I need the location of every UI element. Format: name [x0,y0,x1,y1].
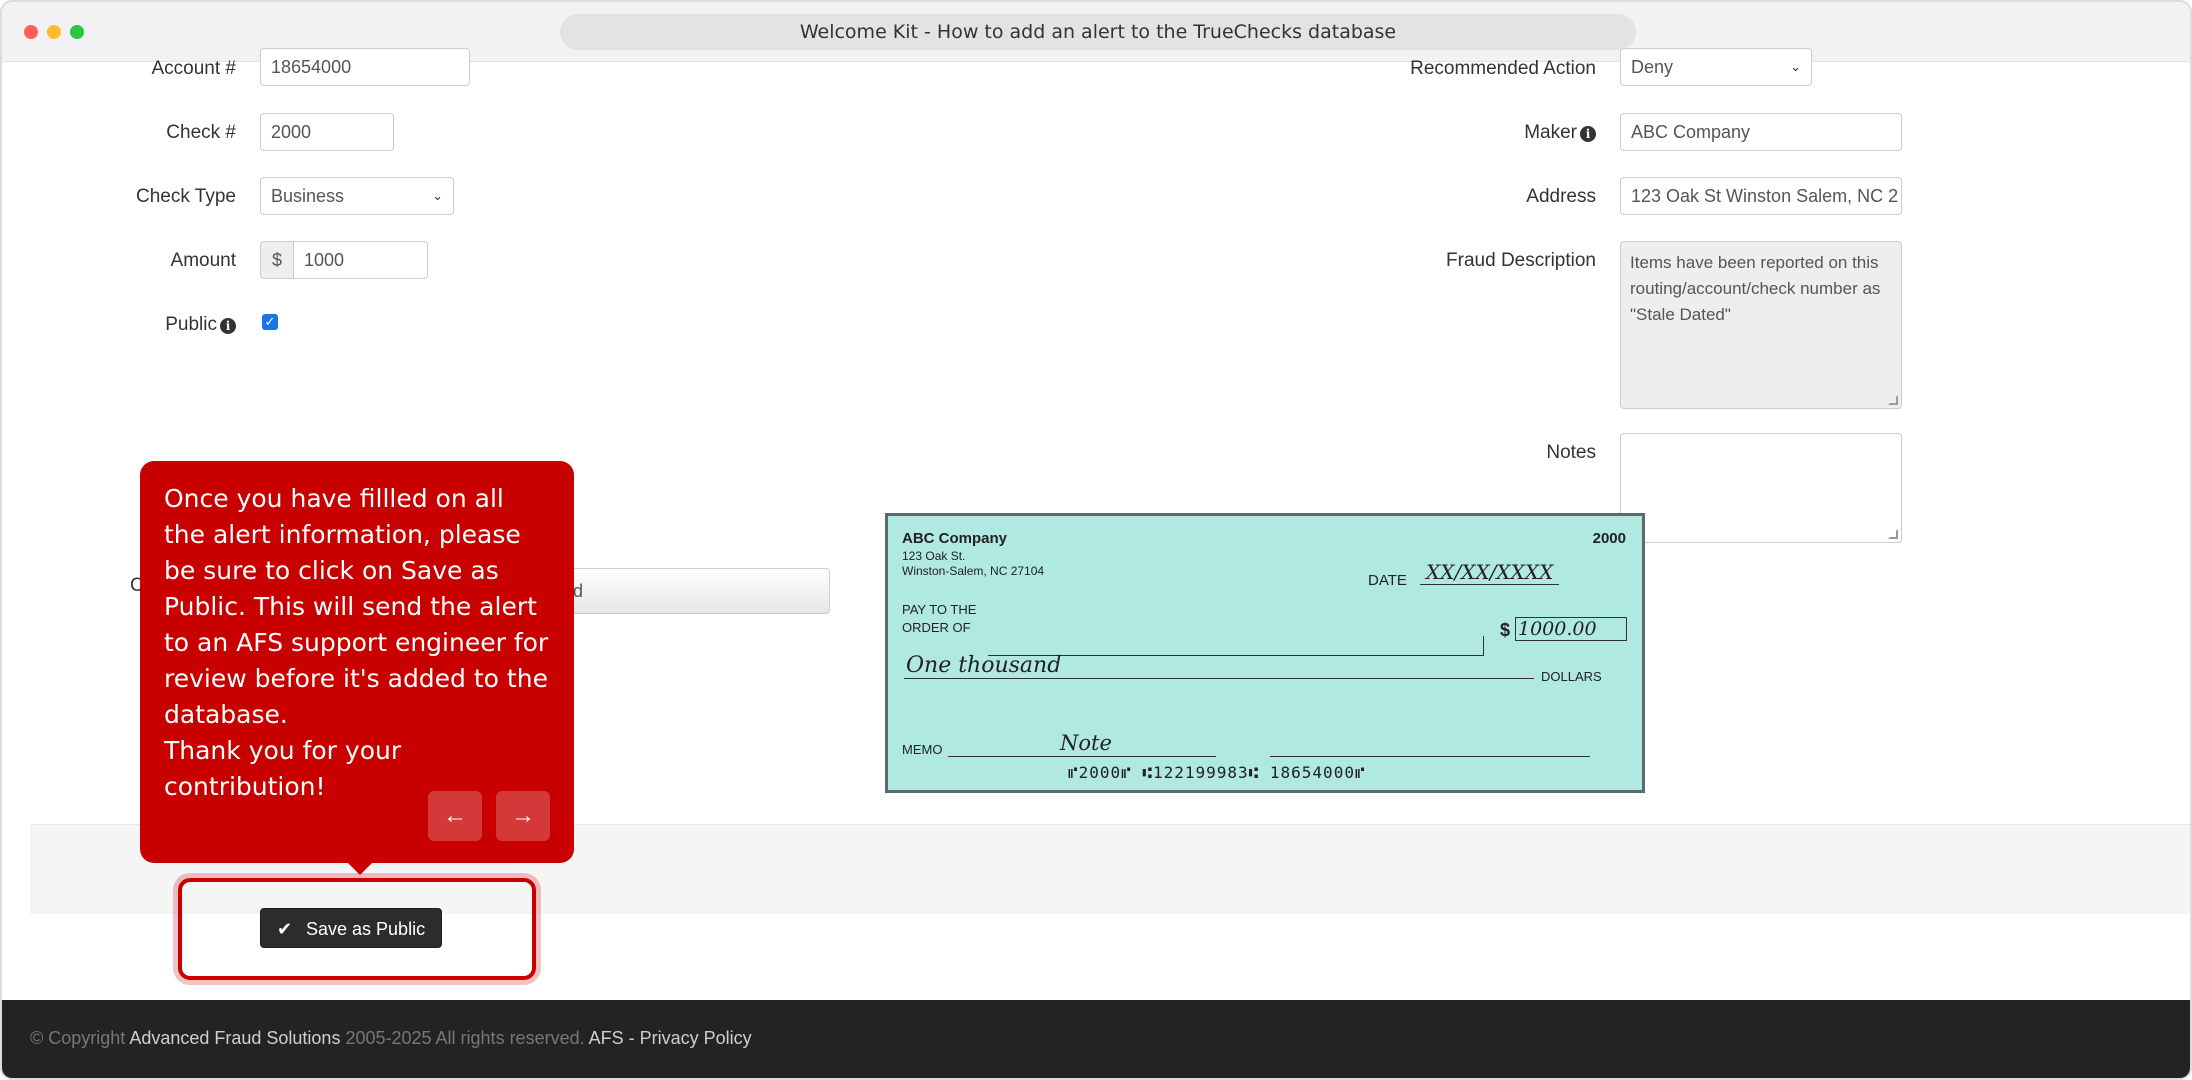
check-company: ABC Company [902,530,1008,547]
browser-window: Welcome Kit - How to add an alert to the… [0,0,2192,1080]
footer-years: 2005-2025 All rights reserved. [340,1028,589,1048]
tooltip-text: Once you have fillled on all the alert i… [164,484,549,801]
maker-label: Maker i [1402,122,1596,144]
recommended-action-select[interactable]: Deny ⌄ [1620,48,1812,86]
maximize-window-button[interactable] [70,25,84,39]
check-dollar-sign: $ [1500,620,1511,640]
footer-text: © Copyright Advanced Fraud Solutions 200… [30,1028,752,1049]
check-words-line [904,678,1534,679]
fraud-description-label: Fraud Description [1446,250,1596,271]
notes-label: Notes [1546,442,1596,463]
check-micr-line: ⑈2000⑈ ⑆122199983⑆ 18654000⑈ [1068,763,1366,782]
account-label: Account # [151,58,237,79]
check-number-field[interactable]: 2000 [260,113,394,151]
check-pay-to-label: PAY TO THE [902,602,977,617]
chevron-down-icon: ⌄ [1790,59,1801,74]
check-type-select[interactable]: Business ⌄ [260,177,454,215]
check-address-line1: 123 Oak St. [902,549,966,563]
fraud-description-text: Items have been reported on this routing… [1630,253,1881,324]
check-type-value: Business [271,186,345,206]
arrow-right-icon: → [511,802,535,829]
check-icon: ✔ [277,919,293,939]
footer-copyright-prefix: © Copyright [30,1028,130,1048]
save-as-public-button[interactable]: ✔ Save as Public [260,908,442,948]
currency-addon: $ [260,241,294,279]
check-image: ABC Company 123 Oak St. Winston-Salem, N… [885,513,1645,793]
check-date-value: XX/XX/XXXX [1420,560,1560,585]
check-amount: 1000.00 [1515,617,1627,641]
info-icon[interactable]: i [1580,126,1596,142]
check-dollars-label: DOLLARS [1541,669,1602,684]
check-signature-line [1270,756,1590,757]
check-date-label: DATE [1368,572,1407,589]
check-type-label: Check Type [136,186,236,207]
window-title[interactable]: Welcome Kit - How to add an alert to the… [560,14,1636,50]
check-number: 2000 [1592,530,1626,547]
footer-company-link[interactable]: Advanced Fraud Solutions [129,1028,340,1048]
address-field[interactable]: 123 Oak St Winston Salem, NC 2 [1620,177,1902,215]
resize-handle-icon[interactable] [1888,395,1898,405]
amount-field[interactable]: 1000 [293,241,428,279]
tooltip-pointer [348,863,372,875]
tour-tooltip: Once you have fillled on all the alert i… [140,461,574,875]
save-as-public-label: Save as Public [306,919,426,939]
close-window-button[interactable] [24,25,38,39]
recommended-action-value: Deny [1631,57,1674,77]
maker-field[interactable]: ABC Company [1620,113,1902,151]
check-number-label: Check # [166,122,236,143]
check-payee-line [988,636,1484,656]
public-checkbox[interactable]: ✓ [262,314,278,330]
page-footer: © Copyright Advanced Fraud Solutions 200… [2,1000,2190,1078]
address-label: Address [1526,186,1596,207]
check-memo-line [948,756,1216,757]
recommended-action-label: Recommended Action [1410,58,1596,79]
chevron-down-icon: ⌄ [432,188,443,203]
minimize-window-button[interactable] [47,25,61,39]
check-memo-value: Note [1060,731,1112,755]
arrow-left-icon: ← [443,802,467,829]
footer-privacy-link[interactable]: AFS - Privacy Policy [589,1028,752,1048]
account-field[interactable]: 18654000 [260,48,470,86]
tooltip-next-button[interactable]: → [496,791,550,841]
info-icon[interactable]: i [220,318,236,334]
check-order-of-label: ORDER OF [902,620,971,635]
check-address-line2: Winston-Salem, NC 27104 [902,564,1045,578]
tooltip-prev-button[interactable]: ← [428,791,482,841]
check-amount-words: One thousand [906,653,1062,678]
amount-label: Amount [170,250,236,271]
fraud-description-field: Items have been reported on this routing… [1620,241,1902,409]
resize-handle-icon[interactable] [1888,529,1898,539]
public-label: Public i [132,314,236,336]
check-memo-label: MEMO [902,742,943,757]
notes-field[interactable] [1620,433,1902,543]
